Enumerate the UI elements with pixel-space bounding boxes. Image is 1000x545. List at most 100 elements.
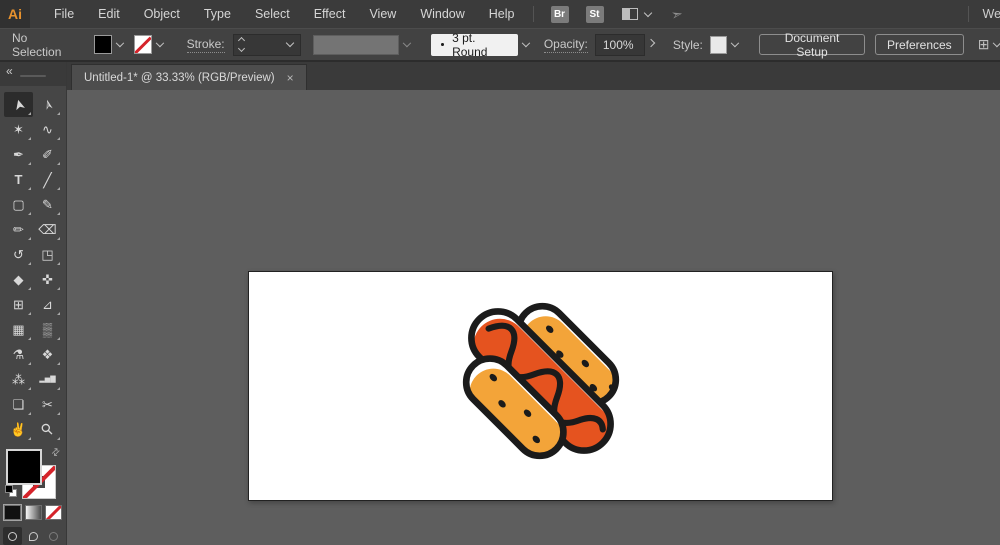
opacity-label[interactable]: Opacity:: [544, 37, 588, 53]
preferences-button[interactable]: Preferences: [875, 34, 964, 55]
chevron-down-icon[interactable]: [156, 39, 164, 47]
scale-icon: ◳: [41, 248, 53, 261]
selection-tool[interactable]: ➤: [4, 92, 33, 117]
brush-definition-button[interactable]: 3 pt. Round: [431, 34, 518, 56]
document-tab-bar: Untitled-1* @ 33.33% (RGB/Preview) ×: [67, 62, 1000, 90]
rectangle-tool[interactable]: ▢: [4, 192, 33, 217]
none-button[interactable]: [45, 505, 62, 520]
paintbrush-icon: ✎: [42, 198, 53, 211]
document-tab-title: Untitled-1* @ 33.33% (RGB/Preview): [84, 72, 275, 84]
direct-selection-icon: ➢: [39, 97, 56, 112]
swap-fill-stroke-icon[interactable]: ⇄: [49, 446, 63, 460]
paintbrush-tool[interactable]: ✎: [33, 192, 62, 217]
hotdog-illustration[interactable]: [446, 286, 636, 476]
fill-stroke-indicator: ⇄: [5, 448, 61, 499]
menu-item-effect[interactable]: Effect: [314, 7, 346, 21]
style-swatch[interactable]: [710, 36, 727, 54]
type-tool[interactable]: T: [4, 167, 33, 192]
curvature-tool[interactable]: ✐: [33, 142, 62, 167]
opacity-expand-button[interactable]: [645, 34, 658, 56]
menu-item-help[interactable]: Help: [489, 7, 515, 21]
artboard-tool[interactable]: ❏: [4, 392, 33, 417]
draw-normal-button[interactable]: [3, 527, 22, 545]
zoom-tool[interactable]: ⚲: [33, 417, 62, 442]
zoom-icon: ⚲: [38, 421, 56, 439]
stock-button[interactable]: St: [586, 6, 604, 23]
blend-tool[interactable]: ❖: [33, 342, 62, 367]
canvas[interactable]: [67, 90, 1000, 545]
rotate-tool[interactable]: ↺: [4, 242, 33, 267]
gradient-tool[interactable]: ▒: [33, 317, 62, 342]
align-options-icon[interactable]: ⊞: [978, 36, 990, 53]
symbol-sprayer-tool[interactable]: ⁂: [4, 367, 33, 392]
chevron-down-icon[interactable]: [522, 39, 530, 47]
puppet-warp-icon: ✜: [42, 273, 53, 286]
line-segment-tool[interactable]: ╱: [33, 167, 62, 192]
gradient-icon: ▒: [43, 323, 52, 336]
puppet-warp-tool[interactable]: ✜: [33, 267, 62, 292]
blend-icon: ❖: [42, 348, 54, 361]
chevron-down-icon: [402, 39, 410, 47]
draw-behind-button[interactable]: [24, 527, 43, 545]
chevron-down-icon[interactable]: [643, 8, 651, 16]
selection-status: No Selection: [12, 31, 74, 59]
slice-tool[interactable]: ✂: [33, 392, 62, 417]
column-graph-tool[interactable]: ▂▅▇: [33, 367, 62, 392]
stroke-weight-field[interactable]: [233, 34, 301, 56]
fill-proxy-swatch[interactable]: [6, 449, 42, 485]
document-column: Untitled-1* @ 33.33% (RGB/Preview) ×: [67, 62, 1000, 545]
shape-builder-tool[interactable]: ⊞: [4, 292, 33, 317]
hand-tool[interactable]: ✌: [4, 417, 33, 442]
menu-item-edit[interactable]: Edit: [98, 7, 120, 21]
brush-preview-icon: [441, 43, 444, 46]
bridge-button[interactable]: Br: [551, 6, 569, 23]
chevron-down-icon[interactable]: [285, 39, 293, 47]
fill-color-swatch[interactable]: [94, 35, 112, 54]
menu-item-file[interactable]: File: [54, 7, 74, 21]
color-button[interactable]: [4, 505, 21, 520]
pen-tool[interactable]: ✒: [4, 142, 33, 167]
eraser-tool[interactable]: ⌫: [33, 217, 62, 242]
perspective-grid-tool[interactable]: ⊿: [33, 292, 62, 317]
menu-right-group: Web: [950, 6, 1000, 22]
width-tool[interactable]: ◆: [4, 267, 33, 292]
hand-icon: ✌: [10, 423, 26, 436]
opacity-value-field[interactable]: 100%: [595, 34, 645, 56]
menu-item-view[interactable]: View: [369, 7, 396, 21]
arrange-documents-icon[interactable]: [622, 8, 638, 20]
menu-bar: Ai FileEditObjectTypeSelectEffectViewWin…: [0, 0, 1000, 28]
symbol-sprayer-icon: ⁂: [12, 373, 25, 386]
direct-selection-tool[interactable]: ➢: [33, 92, 62, 117]
stroke-weight-stepper[interactable]: [234, 38, 249, 51]
default-fill-stroke-icon[interactable]: [5, 485, 17, 497]
curvature-icon: ✐: [42, 148, 53, 161]
magic-wand-tool[interactable]: ✶: [4, 117, 33, 142]
stroke-label[interactable]: Stroke:: [187, 37, 225, 53]
document-tab[interactable]: Untitled-1* @ 33.33% (RGB/Preview) ×: [71, 64, 307, 90]
opacity-value[interactable]: 100%: [603, 38, 634, 52]
chevron-down-icon[interactable]: [116, 39, 124, 47]
gradient-button[interactable]: [25, 505, 42, 520]
eyedropper-tool[interactable]: ⚗: [4, 342, 33, 367]
selection-icon: ➤: [10, 97, 27, 112]
collapse-panel-button[interactable]: «: [6, 64, 12, 78]
artboard[interactable]: [248, 271, 833, 501]
chevron-down-icon[interactable]: [993, 39, 1000, 47]
style-label: Style:: [673, 38, 703, 52]
menu-item-select[interactable]: Select: [255, 7, 290, 21]
chevron-down-icon[interactable]: [730, 39, 738, 47]
lasso-tool[interactable]: ∿: [33, 117, 62, 142]
mesh-tool[interactable]: ▦: [4, 317, 33, 342]
workspace-switcher[interactable]: Web: [983, 7, 1000, 21]
shaper-tool[interactable]: ✏: [4, 217, 33, 242]
menu-item-window[interactable]: Window: [420, 7, 464, 21]
scale-tool[interactable]: ◳: [33, 242, 62, 267]
panel-grip[interactable]: [20, 75, 46, 77]
document-setup-button[interactable]: Document Setup: [759, 34, 865, 55]
menu-item-object[interactable]: Object: [144, 7, 180, 21]
stroke-color-swatch[interactable]: [134, 35, 152, 54]
touch-workspace-icon[interactable]: ➣: [669, 4, 684, 23]
draw-inside-button: [44, 527, 63, 545]
close-tab-icon[interactable]: ×: [287, 71, 294, 85]
menu-item-type[interactable]: Type: [204, 7, 231, 21]
